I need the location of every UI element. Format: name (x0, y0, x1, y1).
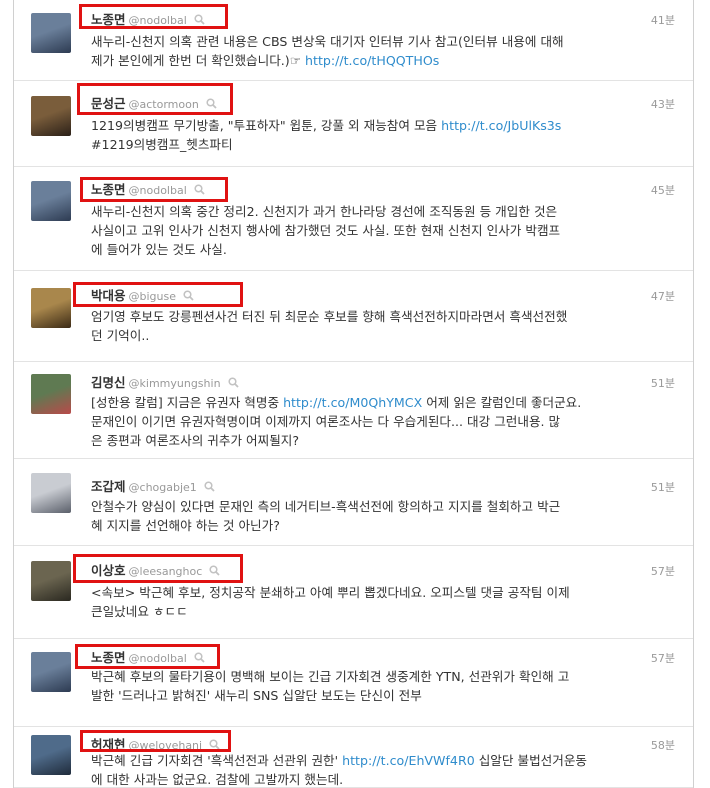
avatar[interactable] (31, 735, 71, 775)
user-name[interactable]: 조갑제 (91, 479, 126, 494)
timestamp[interactable]: 57분 (651, 563, 675, 579)
tweet-text-line: 던 기억이.. (91, 326, 651, 345)
timestamp[interactable]: 45분 (651, 182, 675, 198)
tweet-text-line: #1219의병캠프_헷츠파티 (91, 135, 651, 154)
tweet-text-segment: 박근혜 후보의 물타기용이 명백해 보이는 긴급 기자회견 생중계한 YTN, … (91, 669, 570, 684)
timestamp[interactable]: 47분 (651, 288, 675, 304)
tweet-text-line: <속보> 박근혜 후보, 정치공작 분쇄하고 아예 뿌리 뽑겠다네요. 오피스텔… (91, 583, 651, 602)
tweet-text-line: 에 대한 사과는 없군요. 검찰에 고발까지 했는데. (91, 770, 651, 788)
tweet-link[interactable]: http://t.co/EhVWf4R0 (342, 753, 475, 768)
tweet-item: 문성근 @actormoon 43분 1219의병캠프 무기방출, "투표하자" 윕툰… (14, 81, 693, 167)
tweet-header: 조갑제 @chogabje1 (91, 476, 215, 496)
tweet-item: 노종면 @nodolbal 41분 새누리-신천지 의혹 관련 내용은 CBS 변상욱… (14, 0, 693, 81)
tweet-text-segment: 십알단 불법선거운동 (474, 753, 588, 768)
tweet-text-segment: 사실이고 고위 인사가 신천지 행사에 참가했던 것도 사실. 또한 현재 신천… (91, 223, 561, 238)
highlight-box (80, 177, 228, 202)
tweet-text-segment: 제가 본인에게 한번 더 확인했습니다.)☞ (91, 53, 306, 68)
tweet-text-line: 엄기영 후보도 강릉펜션사건 터진 뒤 최문순 후보를 향해 흑색선전하지마라면… (91, 307, 651, 326)
tweet-item: 노종면 @nodolbal 45분 새누리-신천지 의혹 중간 정리2. 신천지가 과… (14, 167, 693, 271)
tweet-item: 김명신 @kimmyungshin 51분 [성한용 칼럼] 지금은 유권자 혁명중 … (14, 362, 693, 459)
tweet-text-line: 은 종편과 여론조사의 귀추가 어찌될지? (91, 431, 651, 450)
highlight-box (79, 4, 228, 29)
avatar[interactable] (31, 181, 71, 221)
highlight-box (75, 644, 220, 669)
tweet-link[interactable]: http://t.co/tHQQTHOs (305, 53, 439, 68)
tweet-text-segment: 문재인이 이기면 유권자혁명이며 이제까지 여론조사는 다 우습게된다... 대… (91, 414, 561, 429)
tweet-text-line: 문재인이 이기면 유권자혁명이며 이제까지 여론조사는 다 우습게된다... 대… (91, 412, 651, 431)
avatar[interactable] (31, 473, 71, 513)
timestamp[interactable]: 41분 (651, 12, 675, 28)
timestamp[interactable]: 43분 (651, 96, 675, 112)
tweet-item: 노종면 @nodolbal 57분 박근혜 후보의 물타기용이 명백해 보이는 긴급 … (14, 639, 693, 727)
tweet-text-segment: 발한 '드러나고 밝혀진' 새누리 SNS 십알단 보도는 단신이 전부 (91, 688, 422, 703)
tweet-text-line: 새누리-신천지 의혹 중간 정리2. 신천지가 과거 한나라당 경선에 조직동원… (91, 202, 651, 221)
avatar[interactable] (31, 96, 71, 136)
tweet-item: 조갑제 @chogabje1 51분안철수가 양심이 있다면 문재인 측의 네거티브… (14, 459, 693, 546)
tweet-text-segment: 에 들어가 있는 것도 사실. (91, 242, 227, 257)
tweet-text-line: 혜 지지를 선언해야 하는 것 아닌가? (91, 516, 651, 535)
tweet-text-segment: <속보> 박근혜 후보, 정치공작 분쇄하고 아예 뿌리 뽑겠다네요. 오피스텔… (91, 585, 570, 600)
highlight-box (77, 83, 233, 115)
tweet-text-line: 안철수가 양심이 있다면 문재인 측의 네거티브-흑색선전에 항의하고 지지를 … (91, 497, 651, 516)
highlight-box (73, 282, 243, 307)
tweet-header: 김명신 @kimmyungshin (91, 372, 239, 392)
tweet-text-line: 박근혜 후보의 물타기용이 명백해 보이는 긴급 기자회견 생중계한 YTN, … (91, 667, 651, 686)
search-icon[interactable] (227, 373, 239, 392)
tweet-text-line: [성한용 칼럼] 지금은 유권자 혁명중 http://t.co/M0QhYMC… (91, 393, 651, 412)
tweet-text-segment: [성한용 칼럼] 지금은 유권자 혁명중 (91, 395, 284, 410)
tweet-text: 1219의병캠프 무기방출, "투표하자" 윕툰, 강풀 외 재능참여 모음 h… (91, 116, 651, 154)
tweet-text-line: 에 들어가 있는 것도 사실. (91, 240, 651, 259)
tweet-item: 박대용 @biguse 47분 엄기영 후보도 강릉펜션사건 터진 뒤 최문순 후보를… (14, 271, 693, 362)
tweet-text: 박근혜 긴급 기자회견 '흑색선전과 선관위 권한' http://t.co/E… (91, 751, 651, 788)
timestamp[interactable]: 51분 (651, 479, 675, 495)
tweet-text-segment: 엄기영 후보도 강릉펜션사건 터진 뒤 최문순 후보를 향해 흑색선전하지마라면… (91, 309, 568, 324)
tweet-text: 엄기영 후보도 강릉펜션사건 터진 뒤 최문순 후보를 향해 흑색선전하지마라면… (91, 307, 651, 345)
timestamp[interactable]: 57분 (651, 650, 675, 666)
tweet-text: <속보> 박근혜 후보, 정치공작 분쇄하고 아예 뿌리 뽑겠다네요. 오피스텔… (91, 583, 651, 621)
tweet-text-segment: 박근혜 긴급 기자회견 '흑색선전과 선관위 권한' (91, 753, 343, 768)
tweet-timeline: 노종면 @nodolbal 41분 새누리-신천지 의혹 관련 내용은 CBS 변상욱… (13, 0, 694, 788)
tweet-text-segment: 새누리-신천지 의혹 중간 정리2. 신천지가 과거 한나라당 경선에 조직동원… (91, 204, 558, 219)
timestamp[interactable]: 58분 (651, 737, 675, 753)
tweet-text-segment: #1219의병캠프_헷츠파티 (91, 137, 233, 152)
tweet-text-segment: 에 대한 사과는 없군요. 검찰에 고발까지 했는데. (91, 772, 344, 787)
tweet-text-segment: 큰일났네요 ㅎㄷㄷ (91, 604, 188, 619)
avatar[interactable] (31, 561, 71, 601)
tweet-text-segment: 혜 지지를 선언해야 하는 것 아닌가? (91, 518, 280, 533)
tweet-text-line: 제가 본인에게 한번 더 확인했습니다.)☞ http://t.co/tHQQT… (91, 51, 651, 70)
tweet-text-line: 발한 '드러나고 밝혀진' 새누리 SNS 십알단 보도는 단신이 전부 (91, 686, 651, 705)
tweet-text: 새누리-신천지 의혹 관련 내용은 CBS 변상욱 대기자 인터뷰 기사 참고(… (91, 32, 651, 70)
user-name[interactable]: 김명신 (91, 375, 126, 390)
user-handle[interactable]: @kimmyungshin (129, 377, 221, 390)
tweet-item: 이상호 @leesanghoc 57분 <속보> 박근혜 후보, 정치공작 분쇄하고 … (14, 546, 693, 639)
tweet-text-segment: 새누리-신천지 의혹 관련 내용은 CBS 변상욱 대기자 인터뷰 기사 참고(… (91, 34, 564, 49)
timestamp[interactable]: 51분 (651, 375, 675, 391)
tweet-text-line: 박근혜 긴급 기자회견 '흑색선전과 선관위 권한' http://t.co/E… (91, 751, 651, 770)
tweet-text: 새누리-신천지 의혹 중간 정리2. 신천지가 과거 한나라당 경선에 조직동원… (91, 202, 651, 259)
tweet-item: 허재현 @welovehani 58분 박근혜 긴급 기자회견 '흑색선전과 선관위 … (14, 727, 693, 788)
search-icon[interactable] (204, 477, 215, 496)
tweet-text: [성한용 칼럼] 지금은 유권자 혁명중 http://t.co/M0QhYMC… (91, 393, 651, 450)
highlight-box (73, 554, 243, 583)
avatar[interactable] (31, 652, 71, 692)
tweet-text-line: 새누리-신천지 의혹 관련 내용은 CBS 변상욱 대기자 인터뷰 기사 참고(… (91, 32, 651, 51)
tweet-text-line: 1219의병캠프 무기방출, "투표하자" 윕툰, 강풀 외 재능참여 모음 h… (91, 116, 651, 135)
tweet-text-line: 사실이고 고위 인사가 신천지 행사에 참가했던 것도 사실. 또한 현재 신천… (91, 221, 651, 240)
tweet-link[interactable]: http://t.co/JbUlKs3s (441, 118, 561, 133)
tweet-text-segment: 은 종편과 여론조사의 귀추가 어찌될지? (91, 433, 300, 448)
highlight-box (80, 730, 231, 752)
tweet-text: 안철수가 양심이 있다면 문재인 측의 네거티브-흑색선전에 항의하고 지지를 … (91, 497, 651, 535)
avatar[interactable] (31, 374, 71, 414)
tweet-text-line: 큰일났네요 ㅎㄷㄷ (91, 602, 651, 621)
tweet-text-segment: 1219의병캠프 무기방출, "투표하자" 윕툰, 강풀 외 재능참여 모음 (91, 118, 442, 133)
user-handle[interactable]: @chogabje1 (129, 481, 197, 494)
avatar[interactable] (31, 288, 71, 328)
tweet-text: 박근혜 후보의 물타기용이 명백해 보이는 긴급 기자회견 생중계한 YTN, … (91, 667, 651, 705)
tweet-link[interactable]: http://t.co/M0QhYMCX (283, 395, 422, 410)
avatar[interactable] (31, 13, 71, 53)
tweet-text-segment: 던 기억이.. (91, 328, 150, 343)
tweet-text-segment: 어제 읽은 칼럼인데 좋더군요. (422, 395, 582, 410)
tweet-text-segment: 안철수가 양심이 있다면 문재인 측의 네거티브-흑색선전에 항의하고 지지를 … (91, 499, 561, 514)
